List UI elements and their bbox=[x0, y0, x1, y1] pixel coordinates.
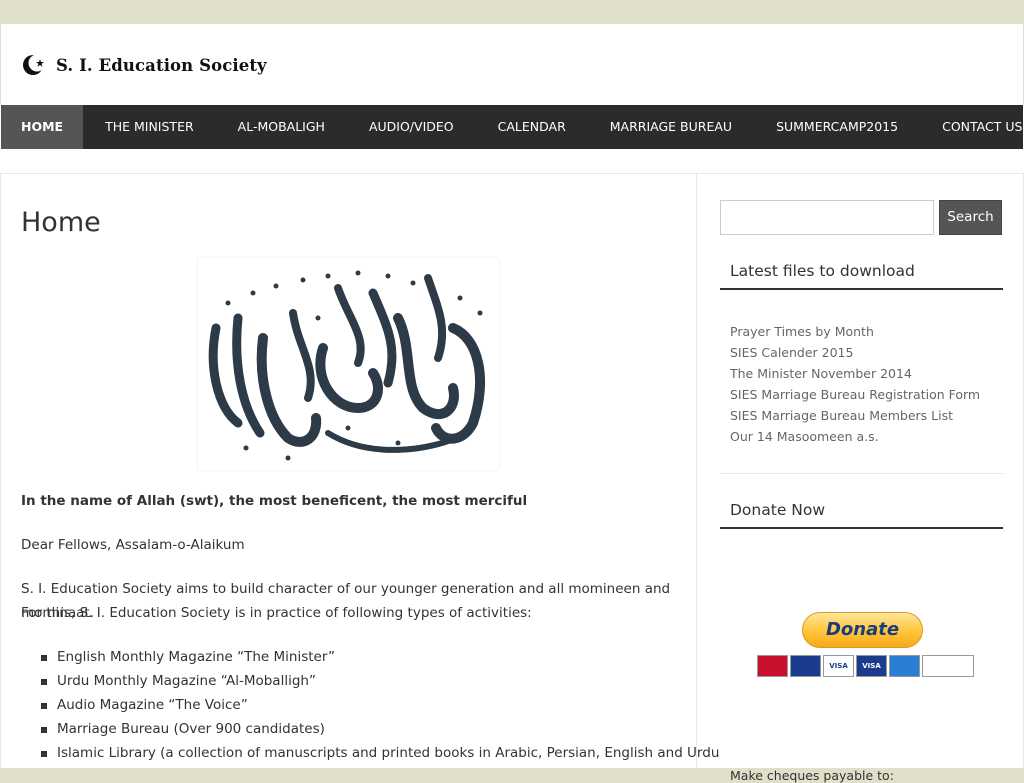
files-list: Prayer Times by Month SIES Calender 2015… bbox=[730, 321, 980, 447]
file-link[interactable]: Prayer Times by Month bbox=[730, 321, 980, 342]
nav-item-calendar[interactable]: CALENDAR bbox=[476, 105, 588, 149]
intro-line-2: For this, S. I. Education Society is in … bbox=[21, 605, 532, 621]
nav-item-home[interactable]: HOME bbox=[1, 105, 84, 149]
list-item: English Monthly Magazine “The Minister” bbox=[21, 645, 681, 669]
crescent-star-icon bbox=[23, 54, 46, 75]
file-link[interactable]: The Minister November 2014 bbox=[730, 363, 980, 384]
nav-item-marriage-bureau[interactable]: MARRIAGE BUREAU bbox=[588, 105, 754, 149]
nav-item-contact-us[interactable]: CONTACT US bbox=[920, 105, 1024, 149]
calligraphy-image bbox=[198, 258, 499, 470]
donate-widget: Donate VISA VISA bbox=[757, 612, 974, 680]
payment-cards: VISA VISA bbox=[757, 655, 974, 677]
page: S. I. Education Society HOME THE MINISTE… bbox=[0, 24, 1024, 783]
sidebar: Search Latest files to download Prayer T… bbox=[697, 174, 1023, 783]
file-link[interactable]: SIES Marriage Bureau Registration Form bbox=[730, 384, 980, 405]
files-widget-title: Latest files to download bbox=[720, 262, 1003, 290]
amex-icon bbox=[889, 655, 920, 677]
nav-item-summercamp2015[interactable]: SUMMERCAMP2015 bbox=[754, 105, 920, 149]
bismillah-text: In the name of Allah (swt), the most ben… bbox=[21, 493, 528, 509]
nav-item-the-minister[interactable]: THE MINISTER bbox=[83, 105, 216, 149]
site-logo[interactable]: S. I. Education Society bbox=[21, 52, 267, 78]
file-link[interactable]: SIES Marriage Bureau Members List bbox=[730, 405, 980, 426]
donate-widget-title: Donate Now bbox=[720, 501, 1003, 529]
main-nav: HOME THE MINISTER AL-MOBALIGH AUDIO/VIDE… bbox=[1, 105, 1023, 149]
visa-card-icon: VISA bbox=[856, 655, 887, 677]
file-link[interactable]: SIES Calender 2015 bbox=[730, 342, 980, 363]
list-item: Audio Magazine “The Voice” bbox=[21, 693, 681, 717]
file-link[interactable]: Our 14 Masoomeen a.s. bbox=[730, 426, 980, 447]
list-item: Islamic Library (a collection of manuscr… bbox=[21, 741, 719, 765]
donate-button[interactable]: Donate bbox=[802, 612, 923, 648]
direct-debit-icon bbox=[922, 655, 974, 677]
divider bbox=[720, 473, 1003, 474]
greeting-text: Dear Fellows, Assalam-o-Alaikum bbox=[21, 537, 245, 553]
page-title: Home bbox=[21, 207, 101, 238]
visa-icon: VISA bbox=[823, 655, 854, 677]
site-header: S. I. Education Society bbox=[0, 24, 1024, 105]
arabic-calligraphy-icon bbox=[208, 270, 485, 461]
search-button[interactable]: Search bbox=[939, 200, 1002, 235]
content-area: Home In the name of Allah (swt), the mos… bbox=[0, 173, 1024, 783]
cheques-text: Make cheques payable to: bbox=[730, 768, 894, 783]
activities-list: English Monthly Magazine “The Minister” … bbox=[21, 645, 719, 765]
list-item: Urdu Monthly Magazine “Al-Moballigh” bbox=[21, 669, 681, 693]
main-content: Home In the name of Allah (swt), the mos… bbox=[1, 174, 719, 769]
site-name: S. I. Education Society bbox=[56, 55, 267, 75]
search-input[interactable] bbox=[720, 200, 934, 235]
maestro-icon bbox=[790, 655, 821, 677]
list-item: Marriage Bureau (Over 900 candidates) bbox=[21, 717, 681, 741]
mastercard-icon bbox=[757, 655, 788, 677]
nav-item-audio-video[interactable]: AUDIO/VIDEO bbox=[347, 105, 476, 149]
nav-item-al-mobaligh[interactable]: AL-MOBALIGH bbox=[216, 105, 347, 149]
